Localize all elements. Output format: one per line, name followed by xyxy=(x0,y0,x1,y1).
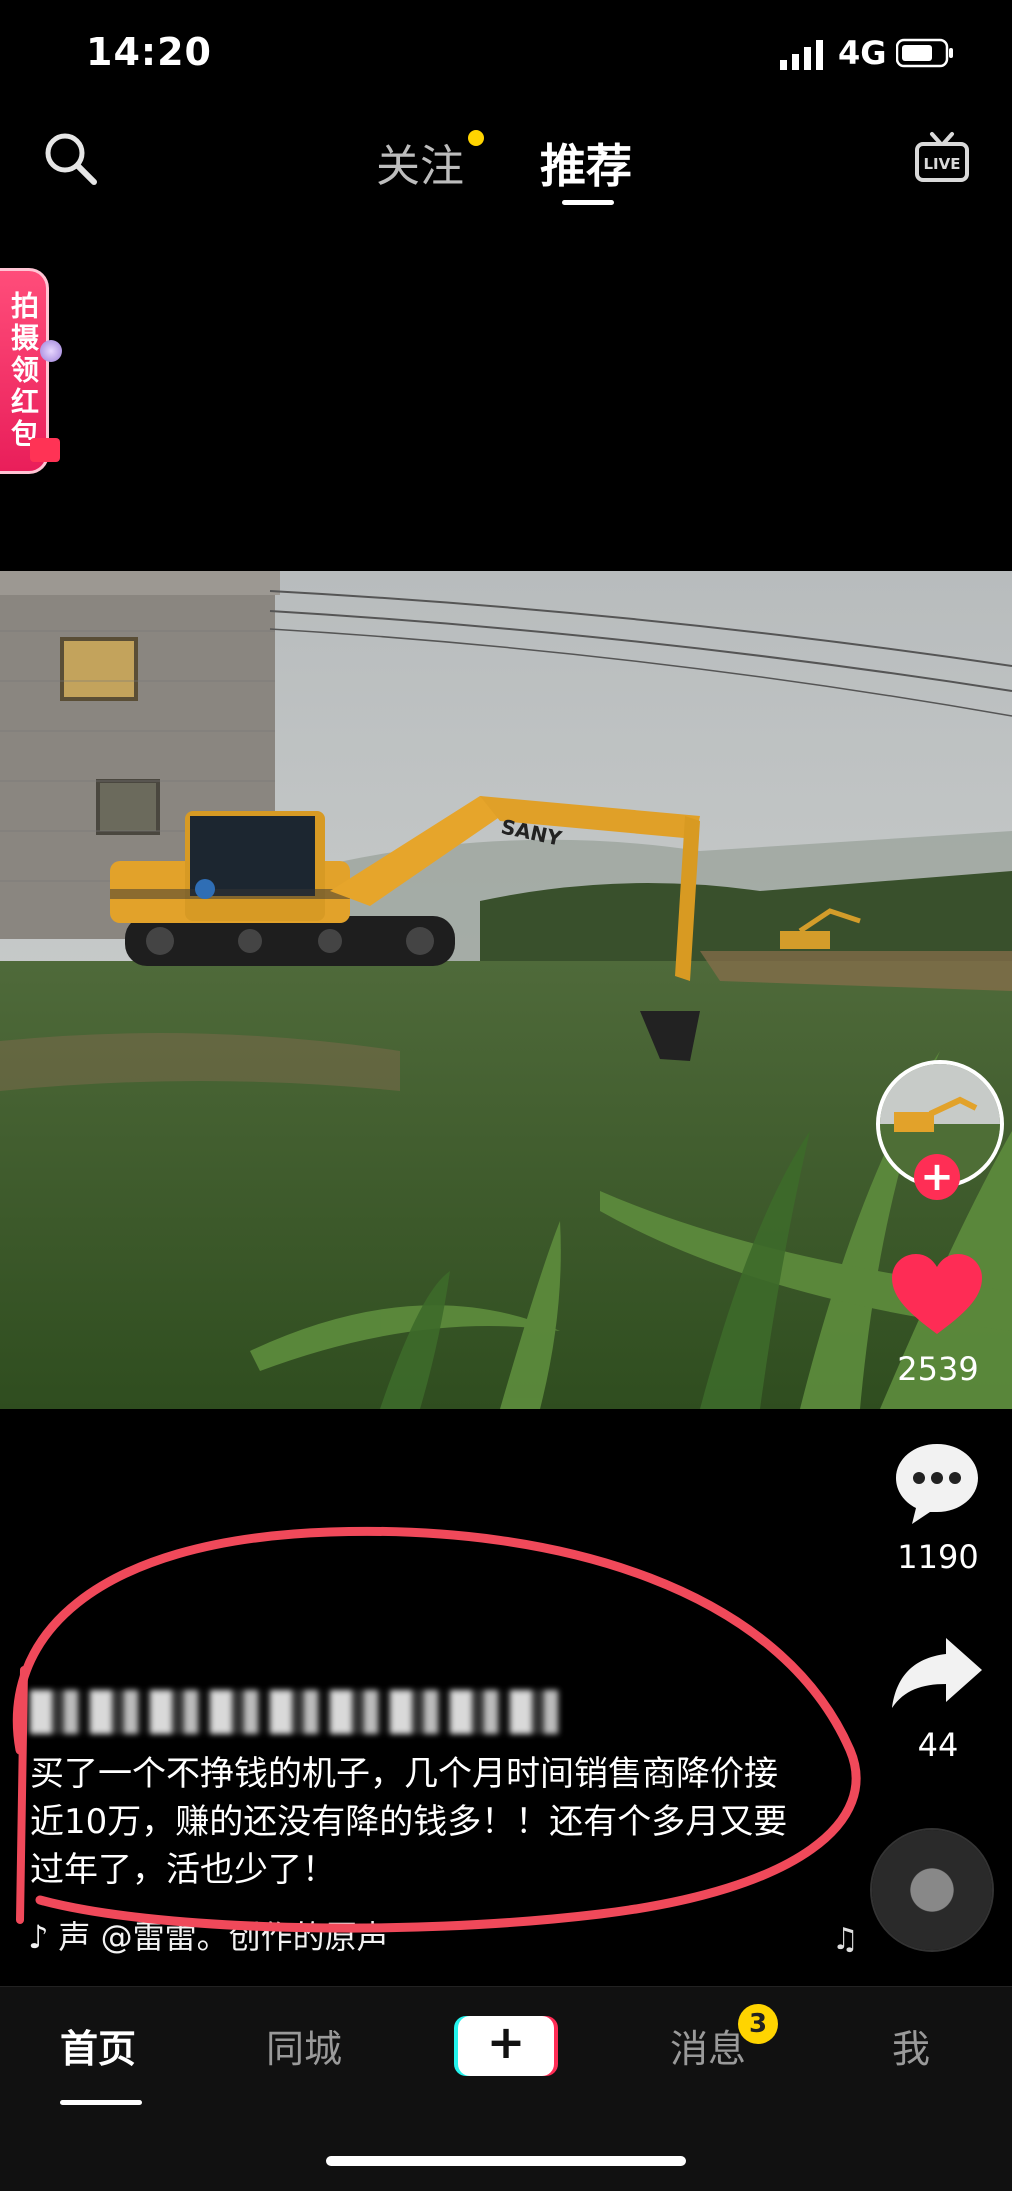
network-type: 4G xyxy=(838,34,887,72)
share-icon[interactable] xyxy=(890,1636,984,1710)
home-indicator xyxy=(326,2156,686,2166)
tab-recommend[interactable]: 推荐 xyxy=(540,130,632,196)
red-packet-bubble-icon xyxy=(40,340,62,362)
video-frame[interactable]: SANY xyxy=(0,571,1012,1409)
music-title: 声 @雷雷。创作的原声 xyxy=(58,1918,389,1956)
nav-messages[interactable]: 消息 xyxy=(670,2018,746,2073)
active-tab-indicator xyxy=(562,200,614,205)
music-note-icon: ♫ xyxy=(832,1922,859,1957)
live-icon[interactable]: LIVE xyxy=(912,128,972,188)
red-envelope-icon xyxy=(30,438,60,462)
create-plus-label: + xyxy=(486,2015,526,2069)
follow-plus-button[interactable]: + xyxy=(914,1154,960,1200)
video-caption[interactable]: 买了一个不挣钱的机子，几个月时间销售商降价接近10万，赚的还没有降的钱多！！还有… xyxy=(30,1750,800,1894)
nav-me[interactable]: 我 xyxy=(892,2018,930,2073)
like-count: 2539 xyxy=(897,1350,979,1388)
author-name-blurred[interactable] xyxy=(30,1690,560,1734)
follow-update-dot xyxy=(468,130,484,146)
tiktok-note-icon: ♪ xyxy=(28,1918,49,1956)
nav-city[interactable]: 同城 xyxy=(266,2018,342,2073)
red-packet-label: 拍摄领红包 xyxy=(7,291,40,451)
signal-icon xyxy=(780,40,823,70)
share-count: 44 xyxy=(917,1726,959,1764)
nav-home[interactable]: 首页 xyxy=(60,2018,136,2073)
svg-text:LIVE: LIVE xyxy=(924,155,961,173)
messages-badge: 3 xyxy=(738,2004,778,2044)
search-icon[interactable] xyxy=(40,128,100,188)
comment-icon[interactable] xyxy=(892,1440,982,1528)
nav-home-indicator xyxy=(60,2100,142,2105)
music-info[interactable]: ♪ 声 @雷雷。创作的原声 xyxy=(28,1912,389,1958)
tab-follow[interactable]: 关注 xyxy=(376,130,464,194)
battery-icon xyxy=(896,38,953,68)
heart-icon[interactable] xyxy=(890,1252,984,1338)
status-time: 14:20 xyxy=(86,30,212,74)
music-disc-icon[interactable] xyxy=(872,1830,992,1950)
comment-count: 1190 xyxy=(897,1538,979,1576)
